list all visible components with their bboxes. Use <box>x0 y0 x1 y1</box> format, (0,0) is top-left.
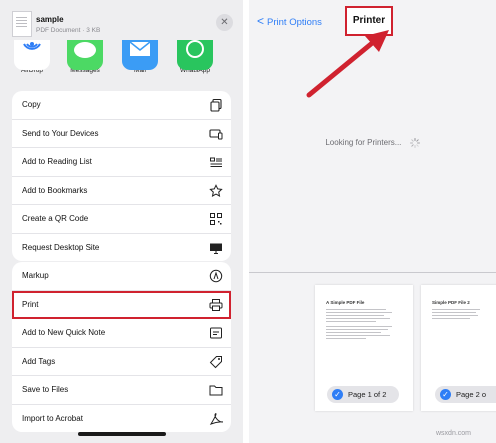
desktop-icon <box>209 241 223 255</box>
action-label: Request Desktop Site <box>22 242 100 252</box>
action-label: Create a QR Code <box>22 214 89 223</box>
tag-icon <box>209 355 223 369</box>
share-header: sample PDF Document · 3 KB ✕ <box>0 0 243 40</box>
markup-icon <box>209 269 223 283</box>
annotation-arrow-icon <box>306 30 389 98</box>
printer-search-status: Looking for Printers... <box>249 138 496 148</box>
mail-icon <box>122 40 158 70</box>
print-options-screen: < Print Options Printer Looking for Print… <box>249 0 496 443</box>
watermark: wsxdn.com <box>436 430 472 437</box>
copy-icon <box>209 98 223 112</box>
action-request-desktop-site[interactable]: Request Desktop Site <box>12 234 231 262</box>
share-sheet: sample PDF Document · 3 KB ✕ AirDrop Mes… <box>0 0 243 443</box>
devices-icon <box>209 127 223 141</box>
home-indicator <box>78 432 166 436</box>
action-label: Add Tags <box>22 356 56 366</box>
action-add-bookmarks[interactable]: Add to Bookmarks <box>12 177 231 205</box>
action-markup[interactable]: Markup <box>12 262 231 291</box>
action-label: Add to New Quick Note <box>22 328 106 337</box>
reading-list-icon <box>209 155 223 169</box>
chevron-left-icon: < <box>257 14 265 28</box>
app-mail[interactable]: Mail <box>118 40 162 74</box>
checkmark-icon: ✓ <box>440 389 451 400</box>
action-label: Copy <box>22 100 41 109</box>
action-label: Print <box>22 299 39 309</box>
action-add-tags[interactable]: Add Tags <box>12 348 231 376</box>
file-name: sample <box>36 15 64 24</box>
page-label: Page 2 o <box>456 390 487 399</box>
status-text: Looking for Printers... <box>325 138 402 148</box>
action-send-to-devices[interactable]: Send to Your Devices <box>12 120 231 148</box>
app-messages[interactable]: Messages <box>63 40 107 74</box>
actions-group-1: Copy Send to Your Devices Add to Reading… <box>12 91 231 261</box>
app-whatsapp[interactable]: WhatsApp <box>173 40 217 74</box>
app-airdrop[interactable]: AirDrop <box>10 40 54 74</box>
whatsapp-icon <box>177 40 213 70</box>
share-apps-row: AirDrop Messages Mail WhatsApp <box>0 40 243 80</box>
page-heading: Simple PDF File 2 <box>432 300 470 305</box>
messages-icon <box>67 40 103 70</box>
action-save-to-files[interactable]: Save to Files <box>12 376 231 405</box>
action-print[interactable]: Print <box>12 290 231 319</box>
star-icon <box>209 183 223 198</box>
file-meta: PDF Document · 3 KB <box>36 27 101 34</box>
action-label: Add to Reading List <box>22 157 92 166</box>
action-add-reading-list[interactable]: Add to Reading List <box>12 148 231 177</box>
action-create-qr-code[interactable]: Create a QR Code <box>12 205 231 234</box>
action-label: Add to Bookmarks <box>22 185 88 195</box>
actions-group-2: Markup Print Add to New Quick Note Add T… <box>12 262 231 432</box>
close-button[interactable]: ✕ <box>216 14 233 31</box>
action-label: Send to Your Devices <box>22 128 99 138</box>
acrobat-icon <box>209 412 223 426</box>
qr-code-icon <box>209 212 223 226</box>
section-divider <box>249 272 496 273</box>
action-import-acrobat[interactable]: Import to Acrobat <box>12 405 231 433</box>
quick-note-icon <box>209 326 223 340</box>
page-indicator-2[interactable]: ✓ Page 2 o <box>435 386 496 403</box>
spinner-icon <box>409 138 420 148</box>
folder-icon <box>209 383 223 397</box>
page-heading: A Simple PDF File <box>326 300 365 305</box>
action-label: Markup <box>22 271 49 280</box>
checkmark-icon: ✓ <box>332 389 343 400</box>
printer-icon <box>209 298 223 312</box>
action-label: Import to Acrobat <box>22 413 83 423</box>
page-label: Page 1 of 2 <box>348 390 387 399</box>
page-indicator-1[interactable]: ✓ Page 1 of 2 <box>327 386 399 403</box>
airdrop-icon <box>14 40 50 70</box>
action-label: Save to Files <box>22 385 69 394</box>
document-thumbnail <box>12 11 32 37</box>
action-add-quick-note[interactable]: Add to New Quick Note <box>12 319 231 348</box>
action-copy[interactable]: Copy <box>12 91 231 120</box>
